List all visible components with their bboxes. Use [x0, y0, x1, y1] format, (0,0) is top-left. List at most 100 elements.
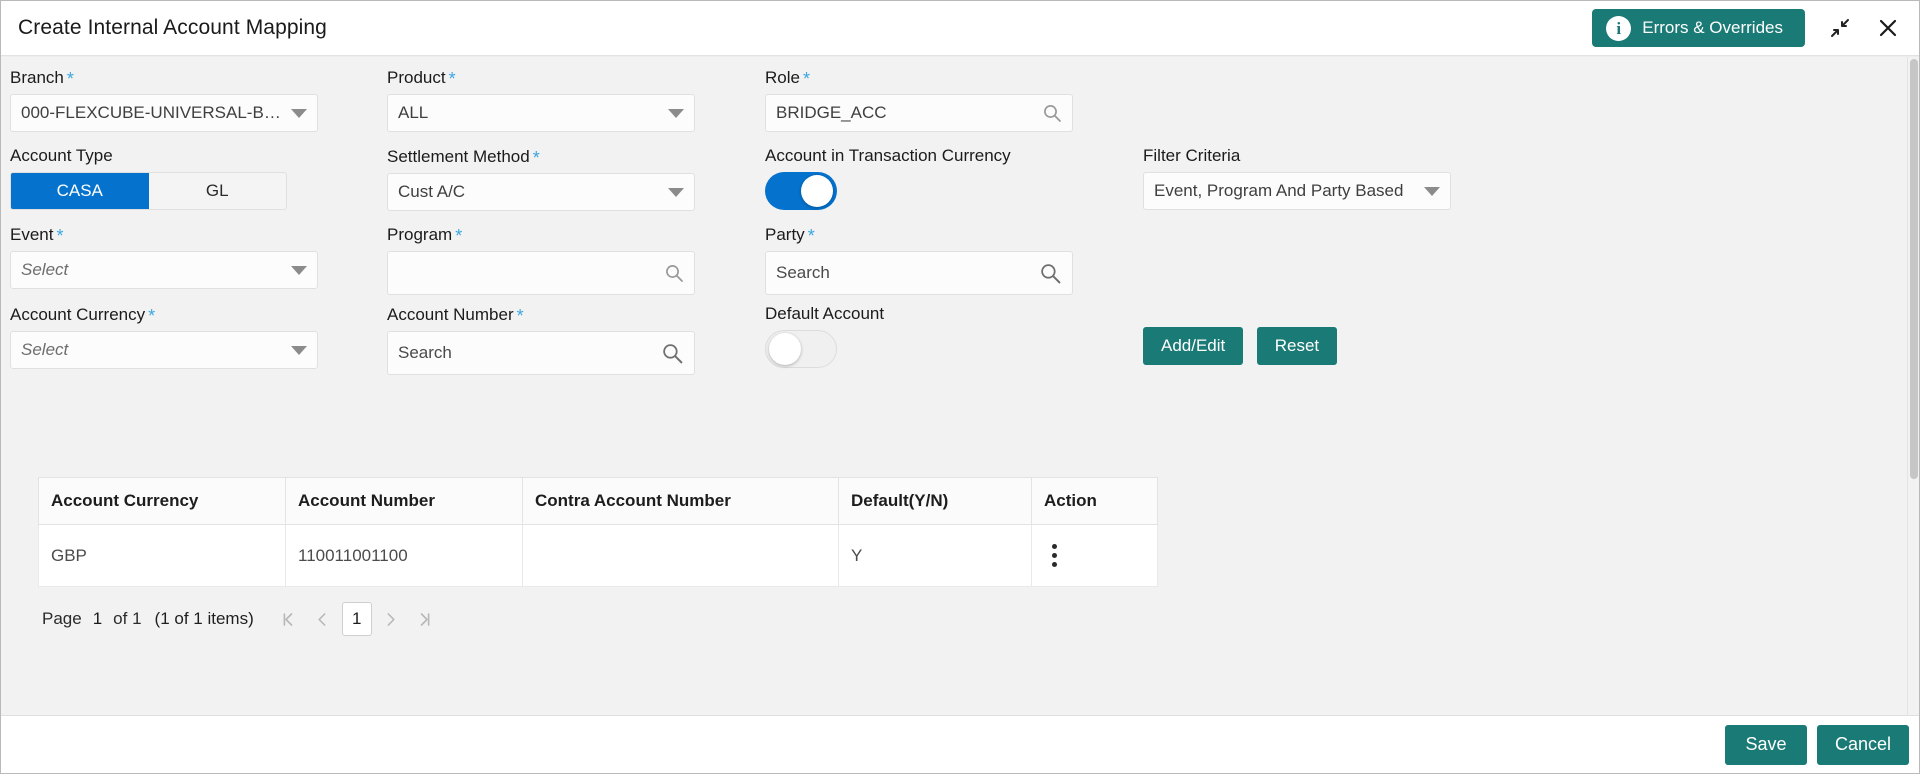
field-account-currency: Account Currency* Select [10, 304, 318, 369]
chevron-down-icon [668, 109, 684, 118]
cell-action [1032, 525, 1158, 587]
chevron-down-icon [291, 346, 307, 355]
product-label: Product* [387, 67, 695, 88]
vertical-scrollbar[interactable] [1907, 57, 1919, 715]
window-footer: Save Cancel [1, 715, 1919, 773]
settlement-method-dropdown[interactable]: Cust A/C [387, 173, 695, 211]
account-currency-placeholder: Select [21, 340, 283, 360]
table-pagination: Page 1 of 1 (1 of 1 items) 1 [38, 602, 1157, 636]
table-header-row: Account Currency Account Number Contra A… [39, 478, 1158, 525]
add-edit-button[interactable]: Add/Edit [1143, 327, 1243, 365]
field-account-in-transaction-currency: Account in Transaction Currency [765, 146, 1085, 210]
table-row[interactable]: GBP 110011001100 Y [39, 525, 1158, 587]
pagination-page-number: 1 [93, 609, 102, 629]
settlement-method-value: Cust A/C [398, 182, 660, 202]
pagination-controls: 1 [274, 602, 440, 636]
branch-label: Branch* [10, 67, 318, 88]
product-dropdown[interactable]: ALL [387, 94, 695, 132]
filter-criteria-dropdown[interactable]: Event, Program And Party Based [1143, 172, 1451, 210]
settlement-method-label: Settlement Method* [387, 146, 695, 167]
kebab-menu-icon[interactable] [1044, 544, 1064, 567]
required-asterisk: * [808, 226, 815, 246]
field-filter-criteria: Filter Criteria Event, Program And Party… [1143, 146, 1451, 210]
default-account-toggle[interactable] [765, 330, 837, 368]
cell-account-number: 110011001100 [286, 525, 523, 587]
field-product: Product* ALL [387, 67, 695, 132]
account-mapping-table-container: Account Currency Account Number Contra A… [38, 477, 1157, 636]
errors-and-overrides-button[interactable]: i Errors & Overrides [1592, 9, 1805, 47]
pagination-prev-button[interactable] [308, 604, 338, 634]
account-number-label: Account Number* [387, 304, 695, 325]
required-asterisk: * [67, 69, 74, 89]
pagination-last-button[interactable] [410, 604, 440, 634]
cell-default-yn: Y [839, 525, 1032, 587]
cell-account-currency: GBP [39, 525, 286, 587]
field-branch: Branch* 000-FLEXCUBE-UNIVERSAL-BRA... [10, 67, 318, 132]
field-settlement-method: Settlement Method* Cust A/C [387, 146, 695, 211]
info-icon: i [1606, 16, 1631, 41]
search-icon[interactable] [1042, 103, 1062, 123]
product-value: ALL [398, 103, 660, 123]
account-mapping-table: Account Currency Account Number Contra A… [38, 477, 1158, 587]
pagination-item-count: (1 of 1 items) [155, 609, 254, 629]
required-asterisk: * [517, 306, 524, 326]
field-default-account: Default Account [765, 304, 1085, 368]
cancel-button[interactable]: Cancel [1817, 725, 1909, 765]
save-button[interactable]: Save [1725, 725, 1807, 765]
pagination-page-label: Page [42, 609, 82, 629]
branch-dropdown[interactable]: 000-FLEXCUBE-UNIVERSAL-BRA... [10, 94, 318, 132]
role-value: BRIDGE_ACC [776, 103, 1034, 123]
column-header-account-currency: Account Currency [39, 478, 286, 525]
required-asterisk: * [455, 226, 462, 246]
page-title: Create Internal Account Mapping [18, 16, 327, 40]
scrollbar-thumb[interactable] [1910, 59, 1918, 479]
window-titlebar: Create Internal Account Mapping i Errors… [1, 1, 1919, 56]
party-search-field[interactable]: Search [765, 251, 1073, 295]
chevron-down-icon [668, 188, 684, 197]
column-header-default-yn: Default(Y/N) [839, 478, 1032, 525]
pagination-total-pages: of 1 [113, 609, 141, 629]
pagination-current-page[interactable]: 1 [342, 602, 372, 636]
required-asterisk: * [533, 148, 540, 168]
toggle-knob [769, 333, 801, 365]
account-currency-label: Account Currency* [10, 304, 318, 325]
program-label: Program* [387, 224, 695, 245]
field-party: Party* Search [765, 224, 1073, 295]
filter-criteria-value: Event, Program And Party Based [1154, 181, 1416, 201]
column-header-action: Action [1032, 478, 1158, 525]
field-account-number: Account Number* Search [387, 304, 695, 375]
close-icon[interactable] [1875, 15, 1901, 41]
pagination-next-button[interactable] [376, 604, 406, 634]
titlebar-actions: i Errors & Overrides [1592, 9, 1919, 47]
account-type-option-casa[interactable]: CASA [11, 173, 149, 209]
account-in-transaction-currency-toggle[interactable] [765, 172, 837, 210]
party-label: Party* [765, 224, 1073, 245]
account-type-segmented-control[interactable]: CASA GL [10, 172, 287, 210]
pagination-first-button[interactable] [274, 604, 304, 634]
role-search-field[interactable]: BRIDGE_ACC [765, 94, 1073, 132]
event-dropdown[interactable]: Select [10, 251, 318, 289]
account-type-label: Account Type [10, 146, 318, 166]
chevron-down-icon [1424, 187, 1440, 196]
account-number-search-field[interactable]: Search [387, 331, 695, 375]
form-body: Branch* 000-FLEXCUBE-UNIVERSAL-BRA... Pr… [1, 56, 1919, 715]
column-header-contra-account-number: Contra Account Number [523, 478, 839, 525]
account-type-option-gl[interactable]: GL [149, 173, 287, 209]
collapse-icon[interactable] [1827, 15, 1853, 41]
required-asterisk: * [449, 69, 456, 89]
search-icon[interactable] [664, 263, 684, 283]
account-currency-dropdown[interactable]: Select [10, 331, 318, 369]
field-account-type: Account Type CASA GL [10, 146, 318, 210]
cell-contra-account-number [523, 525, 839, 587]
required-asterisk: * [148, 306, 155, 326]
program-search-field[interactable] [387, 251, 695, 295]
column-header-account-number: Account Number [286, 478, 523, 525]
search-icon[interactable] [1039, 262, 1062, 285]
search-icon[interactable] [661, 342, 684, 365]
required-asterisk: * [56, 226, 63, 246]
field-role: Role* BRIDGE_ACC [765, 67, 1073, 132]
reset-button[interactable]: Reset [1257, 327, 1337, 365]
chevron-down-icon [291, 109, 307, 118]
table-body: GBP 110011001100 Y [39, 525, 1158, 587]
table-header: Account Currency Account Number Contra A… [39, 478, 1158, 525]
